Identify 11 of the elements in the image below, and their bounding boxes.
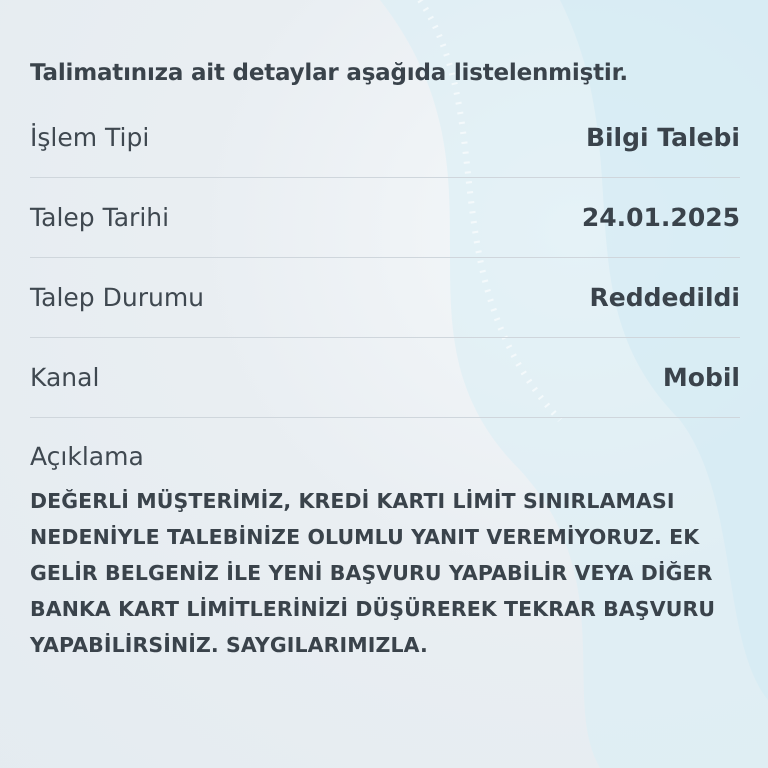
detail-value: Bilgi Talebi xyxy=(586,123,740,152)
detail-value: Reddedildi xyxy=(590,283,740,312)
detail-label: Talep Tarihi xyxy=(30,203,170,232)
intro-text: Talimatınıza ait detaylar aşağıda listelenmiştir. xyxy=(30,60,629,86)
description-text: DEĞERLİ MÜŞTERİMİZ, KREDİ KARTI LİMİT SINIRLAMASI NEDENİYLE TALEBİNİZE OLUMLU YANIT VEREMİYORUZ. EK GELİR BELGENİZ İLE YENİ BAŞVURU YAPABİLİR VEYA DİĞER BANKA KART LİMİTLERİNİZİ DÜŞÜREREK TEKRAR BAŞVURU YAPABİLİRSİNİZ. SAYGILARIMIZLA. xyxy=(30,488,716,659)
description-label: Açıklama xyxy=(30,442,145,471)
detail-label: Kanal xyxy=(30,363,100,392)
detail-label: Talep Durumu xyxy=(30,283,204,312)
detail-label: İşlem Tipi xyxy=(30,123,150,152)
detail-value: Mobil xyxy=(662,363,740,392)
detail-value: 24.01.2025 xyxy=(582,203,740,232)
